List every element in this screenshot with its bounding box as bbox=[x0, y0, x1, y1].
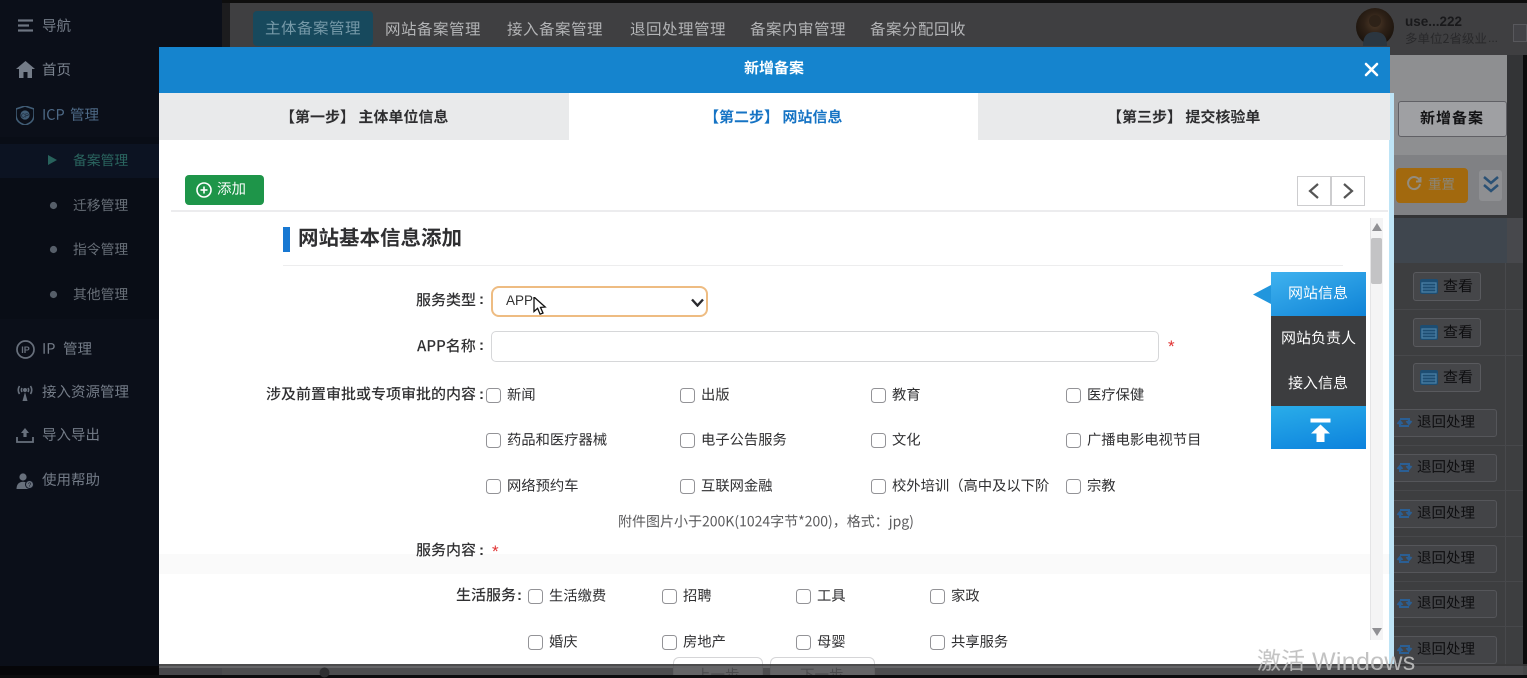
svg-text:IP: IP bbox=[21, 345, 30, 355]
svg-text:CP: CP bbox=[21, 114, 29, 120]
